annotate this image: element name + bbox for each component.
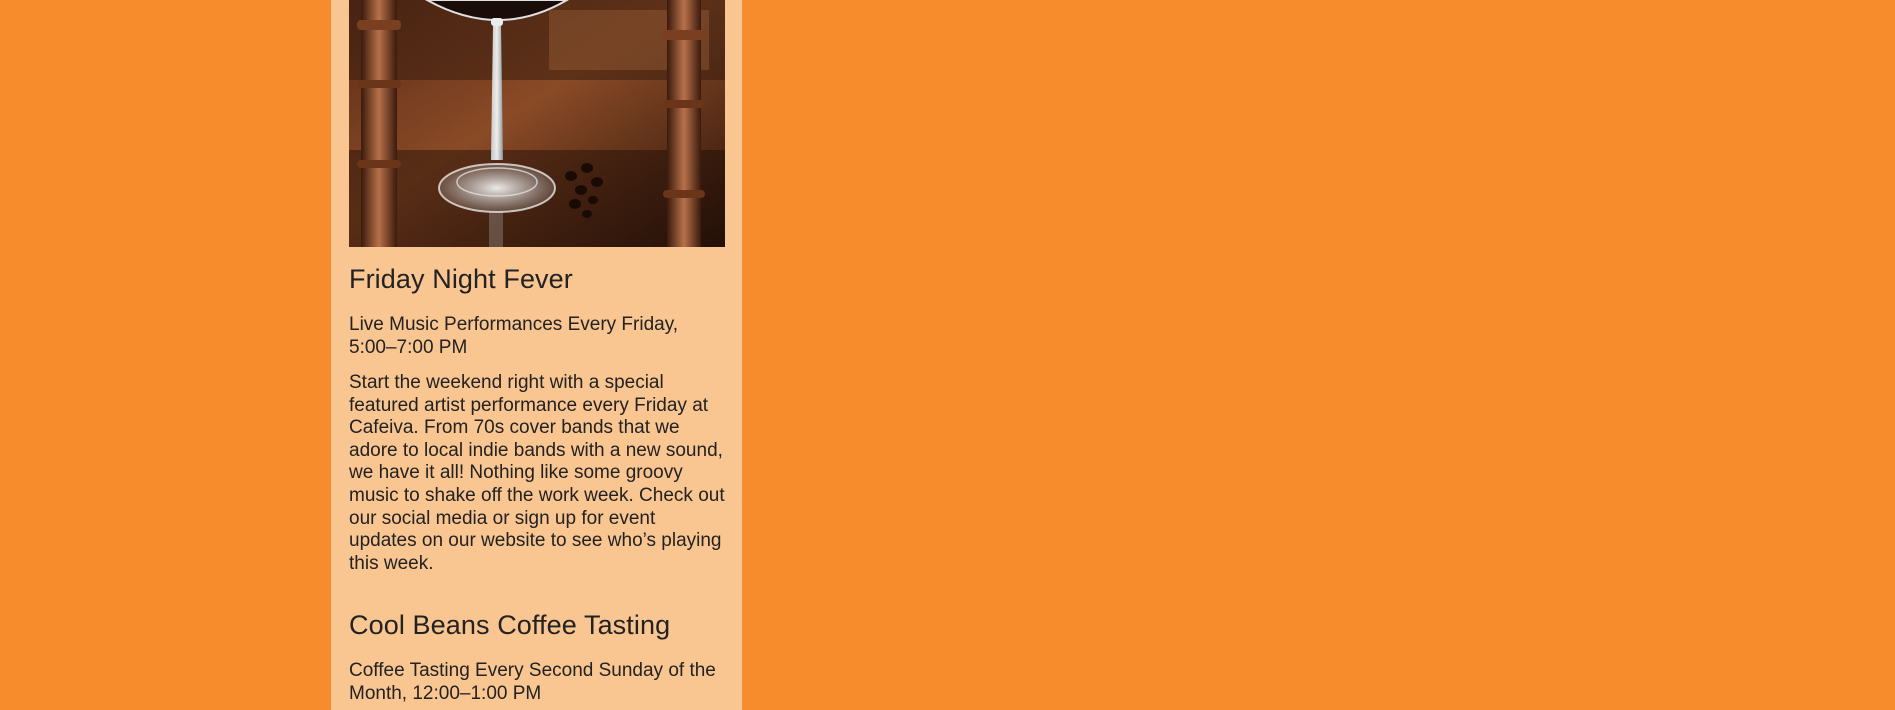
events-list: Friday Night Fever Live Music Performanc… [349, 259, 727, 705]
events-card: Friday Night Fever Live Music Performanc… [331, 0, 742, 710]
event-schedule: Live Music Performances Every Friday, 5:… [349, 314, 679, 358]
event-description: Start the weekend right with a special f… [349, 372, 725, 574]
coffee-glass-photo [349, 0, 725, 247]
event-title: Friday Night Fever [349, 264, 573, 294]
event-friday-night-fever: Friday Night Fever Live Music Performanc… [349, 259, 727, 575]
event-schedule: Coffee Tasting Every Second Sunday of th… [349, 660, 716, 705]
event-title: Cool Beans Coffee Tasting [349, 610, 671, 641]
event-cool-beans-coffee-tasting: Cool Beans Coffee Tasting Coffee Tasting… [349, 605, 727, 705]
